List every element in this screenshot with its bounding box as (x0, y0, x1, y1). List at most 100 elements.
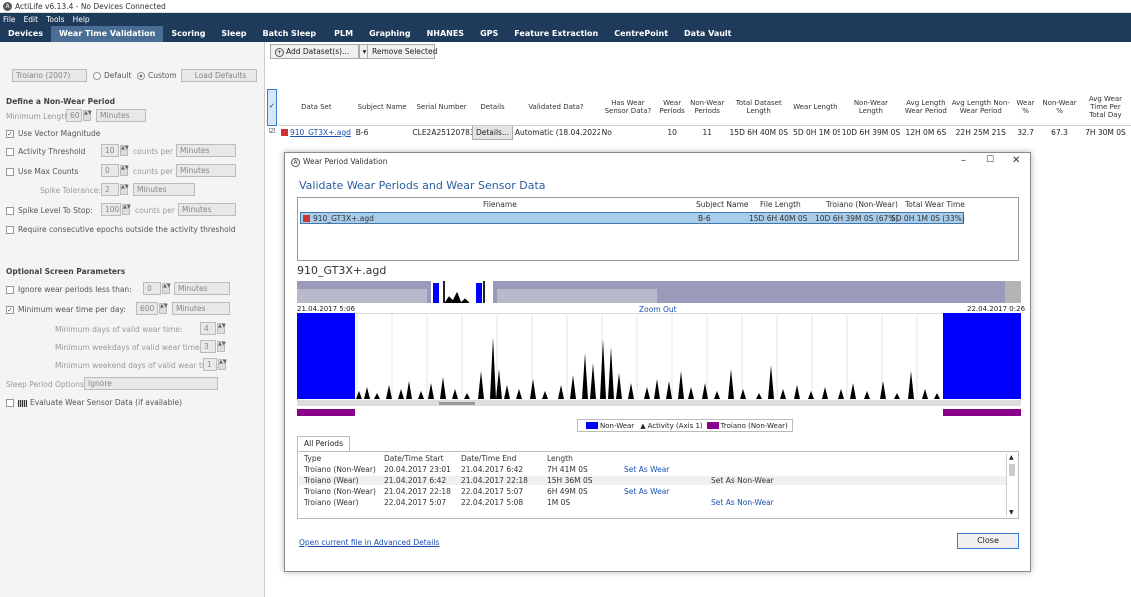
open-advanced-details-link[interactable]: Open current file in Advanced Details (299, 538, 439, 547)
scroll-up-icon[interactable]: ▲ (1009, 454, 1014, 461)
file-row-selected[interactable]: 910_GT3X+.agd B-6 15D 6H 40M 0S 10D 6H 3… (300, 212, 965, 224)
algorithm-select[interactable]: Troiano (2007) (12, 69, 87, 82)
chart-scrollbar[interactable] (297, 401, 1021, 406)
min-wear-day-checkbox[interactable]: ✓ Minimum wear time per day: (6, 305, 126, 314)
max-counts-unit-select[interactable]: Minutes (176, 164, 236, 177)
spinner-icon[interactable]: ▲▼ (120, 145, 129, 156)
col-filename[interactable]: Filename (483, 200, 517, 209)
spike-level-unit-select[interactable]: Minutes (178, 203, 236, 216)
activity-threshold-checkbox[interactable]: Activity Threshold (6, 147, 85, 156)
chart-scroll-thumb[interactable] (439, 402, 475, 405)
spinner-icon[interactable]: ▲▼ (218, 359, 227, 370)
nav-centrepoint[interactable]: CentrePoint (606, 26, 676, 42)
col-length[interactable]: Length (547, 454, 573, 463)
use-max-counts-checkbox[interactable]: Use Max Counts (6, 167, 78, 176)
col-nonwear-pct[interactable]: Non-Wear % (1039, 89, 1080, 126)
set-as-wear-link[interactable]: Set As Wear (624, 487, 669, 496)
spike-tolerance-input[interactable]: 2 (101, 183, 119, 196)
col-end[interactable]: Date/Time End (461, 454, 516, 463)
close-button[interactable]: Close (957, 533, 1019, 549)
col-wear-periods[interactable]: Wear Periods (656, 89, 688, 126)
col-avg-wear-day[interactable]: Avg Wear Time Per Total Day (1079, 89, 1131, 126)
ignore-wear-unit-select[interactable]: Minutes (174, 282, 230, 295)
dataset-file-link[interactable]: 910_GT3X+.agd (279, 125, 354, 139)
table-row[interactable]: Troiano (Non-Wear) 20.04.2017 23:01 21.0… (299, 465, 1007, 474)
col-avg-wear[interactable]: Avg Length Wear Period (902, 89, 950, 126)
table-row[interactable]: Troiano (Wear) 22.04.2017 5:07 22.04.201… (299, 498, 1007, 507)
nav-nhanes[interactable]: NHANES (419, 26, 473, 42)
use-vector-checkbox[interactable]: ✓ Use Vector Magnitude (6, 129, 100, 138)
evaluate-sensor-checkbox[interactable]: Evaluate Wear Sensor Data (if available) (6, 398, 182, 407)
require-consecutive-checkbox[interactable]: Require consecutive epochs outside the a… (6, 225, 236, 234)
tab-all-periods[interactable]: All Periods (297, 436, 350, 451)
custom-radio[interactable]: Custom (137, 71, 177, 80)
col-nonwear-periods[interactable]: Non-Wear Periods (687, 89, 727, 126)
max-counts-input[interactable]: 0 (101, 164, 119, 177)
overview-handle-left[interactable] (443, 281, 445, 303)
min-weekend-input[interactable]: 1 (203, 358, 217, 371)
col-start[interactable]: Date/Time Start (384, 454, 444, 463)
col-troiano[interactable]: Troiano (Non-Wear) (826, 200, 898, 209)
col-serial-number[interactable]: Serial Number (410, 89, 473, 126)
add-dataset-button[interactable]: + Add Dataset(s)... (270, 44, 359, 59)
menu-tools[interactable]: Tools (46, 15, 64, 24)
spike-level-input[interactable]: 100 (101, 203, 121, 216)
select-all-checkbox[interactable]: ✓ (267, 89, 277, 126)
spike-level-checkbox[interactable]: Spike Level To Stop: (6, 206, 93, 215)
menu-edit[interactable]: Edit (24, 15, 39, 24)
periods-scrollbar[interactable]: ▲ ▼ (1006, 454, 1016, 516)
nav-wear-time-validation[interactable]: Wear Time Validation (50, 26, 164, 42)
nav-batch-sleep[interactable]: Batch Sleep (255, 26, 325, 42)
table-row[interactable]: Troiano (Wear) 21.04.2017 6:42 21.04.201… (299, 476, 1007, 485)
overview-handle-right[interactable] (483, 281, 485, 303)
table-row[interactable]: Troiano (Non-Wear) 21.04.2017 22:18 22.0… (299, 487, 1007, 496)
menu-file[interactable]: File (3, 15, 16, 24)
nav-gps[interactable]: GPS (472, 26, 506, 42)
nav-graphing[interactable]: Graphing (361, 26, 419, 42)
ignore-wear-input[interactable]: 0 (143, 282, 161, 295)
col-data-set[interactable]: Data Set (279, 89, 354, 126)
ignore-wear-checkbox[interactable]: Ignore wear periods less than: (6, 285, 132, 294)
default-radio[interactable]: Default (93, 71, 131, 80)
load-defaults-button[interactable]: Load Defaults (181, 69, 257, 82)
activity-threshold-unit-select[interactable]: Minutes (176, 144, 236, 157)
col-wear-length[interactable]: Wear Length (791, 89, 840, 126)
scroll-down-icon[interactable]: ▼ (1009, 509, 1014, 516)
table-row[interactable]: 910_GT3X+.agd B-6 CLE2A25120783 Details.… (279, 124, 1131, 140)
min-length-input[interactable]: 60 (66, 109, 82, 122)
set-as-nonwear-link[interactable]: Set As Non-Wear (711, 498, 774, 507)
col-subject-name[interactable]: Subject Name (353, 89, 411, 126)
row-checkbox[interactable]: ☑ (269, 127, 275, 135)
spinner-icon[interactable]: ▲▼ (122, 204, 131, 215)
spinner-icon[interactable]: ▲▼ (217, 323, 226, 334)
maximize-icon[interactable]: ☐ (986, 155, 994, 165)
spinner-icon[interactable]: ▲▼ (159, 303, 168, 314)
min-length-unit-select[interactable]: Minutes (96, 109, 146, 122)
col-nonwear-length[interactable]: Non-Wear Length (839, 89, 903, 126)
spinner-icon[interactable]: ▲▼ (120, 165, 129, 176)
nav-scoring[interactable]: Scoring (163, 26, 213, 42)
sleep-options-select[interactable]: Ignore (84, 377, 218, 390)
activity-chart[interactable] (296, 312, 1022, 421)
col-details[interactable]: Details (472, 89, 513, 126)
remove-selected-button[interactable]: Remove Selected (367, 44, 437, 59)
set-as-nonwear-text[interactable]: Set As Non-Wear (711, 476, 774, 485)
spinner-icon[interactable]: ▲▼ (83, 110, 92, 121)
min-days-input[interactable]: 4 (200, 322, 216, 335)
minimize-icon[interactable]: – (961, 155, 966, 166)
col-total-length[interactable]: Total Dataset Length (726, 89, 792, 126)
col-type[interactable]: Type (304, 454, 321, 463)
col-avg-nonwear[interactable]: Avg Length Non-Wear Period (949, 89, 1012, 126)
col-subject-name[interactable]: Subject Name (696, 200, 749, 209)
col-file-length[interactable]: File Length (760, 200, 801, 209)
nav-data-vault[interactable]: Data Vault (676, 26, 739, 42)
activity-threshold-input[interactable]: 10 (101, 144, 119, 157)
min-wear-day-input[interactable]: 600 (136, 302, 158, 315)
nav-devices[interactable]: Devices (0, 26, 51, 42)
spinner-icon[interactable]: ▲▼ (162, 283, 171, 294)
nav-feature-extraction[interactable]: Feature Extraction (506, 26, 606, 42)
nav-plm[interactable]: PLM (326, 26, 361, 42)
set-as-wear-link[interactable]: Set As Wear (624, 465, 669, 474)
details-button[interactable]: Details... (472, 124, 513, 140)
col-wear-pct[interactable]: Wear % (1011, 89, 1040, 126)
